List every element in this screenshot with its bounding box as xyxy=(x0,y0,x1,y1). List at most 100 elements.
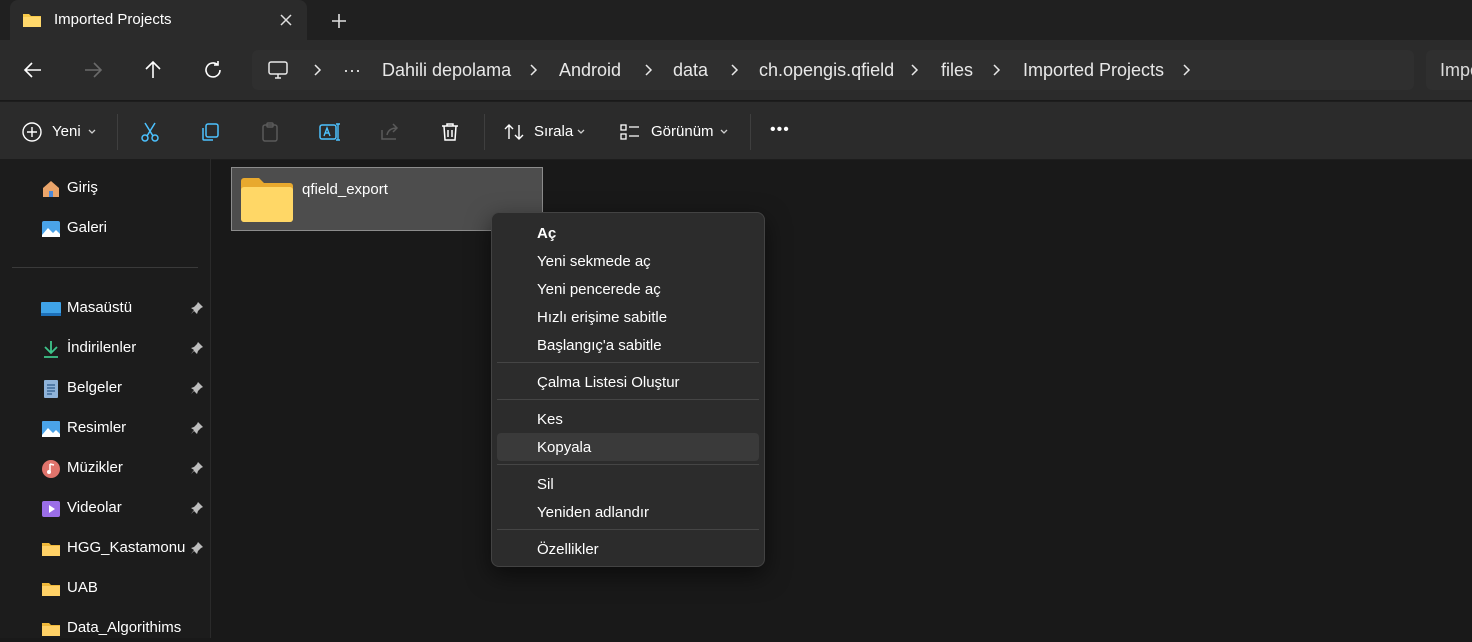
view-list-icon xyxy=(619,121,641,143)
menu-item-properties[interactable]: Özellikler xyxy=(497,535,759,563)
pin-icon[interactable] xyxy=(190,461,204,475)
gallery-icon xyxy=(40,218,62,240)
sidebar-item-hgg-kastamonu[interactable]: HGG_Kastamonu xyxy=(40,534,210,562)
breadcrumb-item[interactable]: files xyxy=(941,60,973,81)
sidebar-item-gallery[interactable]: Galeri xyxy=(40,214,210,242)
menu-separator xyxy=(497,464,759,465)
menu-item-create-playlist[interactable]: Çalma Listesi Oluştur xyxy=(497,368,759,396)
menu-item-label: Yeni sekmede aç xyxy=(537,253,651,270)
address-bar[interactable]: ··· Dahili depolama Android data ch.open… xyxy=(252,50,1414,90)
toolbar-divider xyxy=(750,114,751,150)
menu-item-pin-quick-access[interactable]: Hızlı erişime sabitle xyxy=(497,303,759,331)
chevron-right-icon[interactable] xyxy=(526,62,540,78)
new-button[interactable]: Yeni xyxy=(14,112,106,152)
paste-icon[interactable] xyxy=(258,120,282,144)
menu-item-label: Çalma Listesi Oluştur xyxy=(537,374,680,391)
menu-item-open-new-tab[interactable]: Yeni sekmede aç xyxy=(497,247,759,275)
menu-item-pin-start[interactable]: Başlangıç'a sabitle xyxy=(497,331,759,359)
menu-item-open-new-window[interactable]: Yeni pencerede aç xyxy=(497,275,759,303)
plus-circle-icon xyxy=(21,121,43,143)
new-button-label: Yeni xyxy=(52,123,81,140)
home-icon xyxy=(40,178,62,200)
sidebar-item-label: Giriş xyxy=(67,179,98,196)
folder-icon xyxy=(240,178,294,222)
share-icon[interactable] xyxy=(378,120,402,144)
delete-icon[interactable] xyxy=(438,120,462,144)
sidebar-item-uab[interactable]: UAB xyxy=(40,574,210,602)
desktop-icon xyxy=(40,298,62,320)
sidebar-item-home[interactable]: Giriş xyxy=(40,174,210,202)
search-input[interactable]: Impo xyxy=(1426,50,1472,90)
menu-item-label: Hızlı erişime sabitle xyxy=(537,309,668,326)
menu-separator xyxy=(497,362,759,363)
breadcrumb-item[interactable]: ch.opengis.qfield xyxy=(759,60,894,81)
breadcrumb-item[interactable]: Dahili depolama xyxy=(382,60,511,81)
menu-item-rename[interactable]: Yeniden adlandır xyxy=(497,498,759,526)
menu-item-label: Yeni pencerede aç xyxy=(537,281,661,298)
breadcrumb-overflow[interactable]: ··· xyxy=(343,60,361,81)
breadcrumb-item[interactable]: data xyxy=(673,60,708,81)
search-input-value: Impo xyxy=(1440,60,1472,80)
chevron-right-icon[interactable] xyxy=(907,62,921,78)
pin-icon[interactable] xyxy=(190,381,204,395)
rename-icon[interactable] xyxy=(318,120,342,144)
chevron-right-icon[interactable] xyxy=(1179,62,1193,78)
pin-icon[interactable] xyxy=(190,421,204,435)
menu-separator xyxy=(497,529,759,530)
context-menu: Aç Yeni sekmede aç Yeni pencerede aç Hız… xyxy=(491,212,765,567)
this-pc-icon[interactable] xyxy=(267,59,289,81)
folder-icon xyxy=(40,618,62,640)
more-options-button[interactable]: ••• xyxy=(770,121,790,139)
sidebar-item-label: HGG_Kastamonu xyxy=(67,539,186,556)
new-tab-icon[interactable] xyxy=(328,10,350,32)
close-icon[interactable] xyxy=(276,10,296,30)
sidebar-item-label: Resimler xyxy=(67,419,127,436)
menu-item-label: Özellikler xyxy=(537,541,599,558)
sidebar-item-music[interactable]: Müzikler xyxy=(40,454,210,482)
sort-button-label: Sırala xyxy=(534,123,574,140)
chevron-right-icon[interactable] xyxy=(641,62,655,78)
navigation-pane: Giriş Galeri Masaüstü İndirilenler Belge… xyxy=(0,159,211,638)
breadcrumb-item[interactable]: Android xyxy=(559,60,621,81)
navigation-bar: ··· Dahili depolama Android data ch.open… xyxy=(0,40,1472,100)
sidebar-item-label: Müzikler xyxy=(67,459,123,476)
chevron-right-icon[interactable] xyxy=(310,62,324,78)
folder-icon xyxy=(40,578,62,600)
cut-icon[interactable] xyxy=(138,120,162,144)
view-button[interactable]: Görünüm xyxy=(613,112,741,152)
up-arrow-icon[interactable] xyxy=(141,58,165,82)
pin-icon[interactable] xyxy=(190,501,204,515)
pin-icon[interactable] xyxy=(190,301,204,315)
chevron-down-icon xyxy=(719,127,729,137)
sidebar-item-pictures[interactable]: Resimler xyxy=(40,414,210,442)
chevron-right-icon[interactable] xyxy=(727,62,741,78)
menu-item-cut[interactable]: Kes xyxy=(497,405,759,433)
sidebar-item-videos[interactable]: Videolar xyxy=(40,494,210,522)
tab-imported-projects[interactable]: Imported Projects xyxy=(10,0,307,40)
download-icon xyxy=(40,338,62,360)
forward-arrow-icon[interactable] xyxy=(81,58,105,82)
menu-item-open[interactable]: Aç xyxy=(497,219,759,247)
refresh-icon[interactable] xyxy=(201,58,225,82)
menu-item-delete[interactable]: Sil xyxy=(497,470,759,498)
sidebar-item-desktop[interactable]: Masaüstü xyxy=(40,294,210,322)
menu-item-label: Kopyala xyxy=(537,439,592,456)
sidebar-item-label: İndirilenler xyxy=(67,339,137,356)
tab-bar: Imported Projects xyxy=(0,0,1472,40)
breadcrumb-item-current[interactable]: Imported Projects xyxy=(1023,60,1164,81)
sort-button[interactable]: Sırala xyxy=(496,112,596,152)
folder-icon xyxy=(22,11,42,29)
folder-name: qfield_export xyxy=(302,181,388,198)
pin-icon[interactable] xyxy=(190,541,204,555)
chevron-down-icon xyxy=(87,127,97,137)
sidebar-item-downloads[interactable]: İndirilenler xyxy=(40,334,210,362)
chevron-right-icon[interactable] xyxy=(989,62,1003,78)
pin-icon[interactable] xyxy=(190,341,204,355)
sidebar-item-label: Data_Algorithims xyxy=(67,619,182,636)
copy-icon[interactable] xyxy=(198,120,222,144)
menu-item-label: Yeniden adlandır xyxy=(537,504,650,521)
menu-item-copy[interactable]: Kopyala xyxy=(497,433,759,461)
back-arrow-icon[interactable] xyxy=(21,58,45,82)
command-bar: Yeni Sırala Görünüm ••• xyxy=(0,101,1472,160)
sidebar-item-documents[interactable]: Belgeler xyxy=(40,374,210,402)
